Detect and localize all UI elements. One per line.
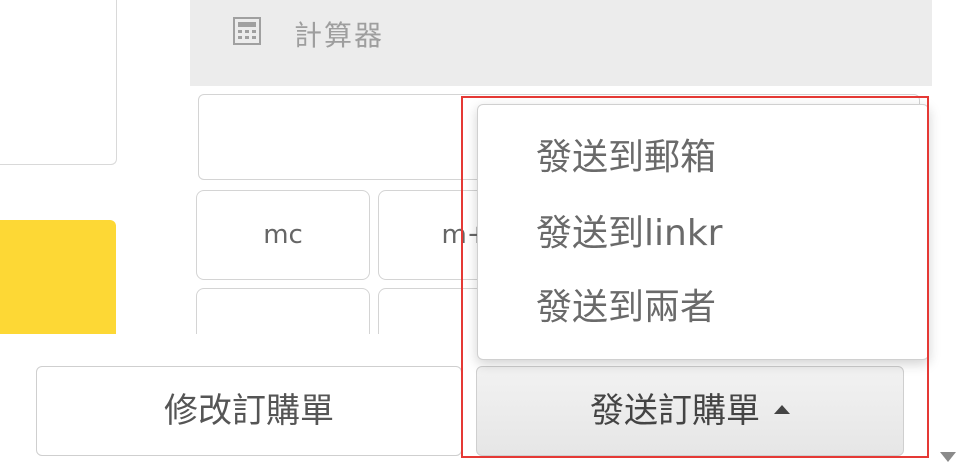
send-order-menu: 發送到郵箱 發送到linkr 發送到兩者 — [477, 104, 929, 360]
left-card — [0, 0, 117, 165]
edit-order-button[interactable]: 修改訂購單 — [36, 366, 462, 456]
calculator-title: 計算器 — [294, 19, 385, 52]
caret-up-icon — [774, 405, 790, 414]
key-mc[interactable]: mc — [196, 190, 370, 280]
menu-item-send-linkr[interactable]: 發送到linkr — [536, 209, 722, 259]
menu-item-send-email[interactable]: 發送到郵箱 — [536, 133, 716, 183]
send-order-label: 發送訂購單 — [590, 391, 760, 431]
send-order-button[interactable]: 發送訂購單 — [476, 366, 904, 456]
scroll-down-arrow[interactable] — [940, 452, 956, 462]
menu-item-send-both[interactable]: 發送到兩者 — [536, 283, 716, 333]
calculator-header: 計算器 — [190, 0, 932, 86]
calculator-icon — [233, 17, 261, 45]
left-yellow-card[interactable] — [0, 220, 116, 340]
